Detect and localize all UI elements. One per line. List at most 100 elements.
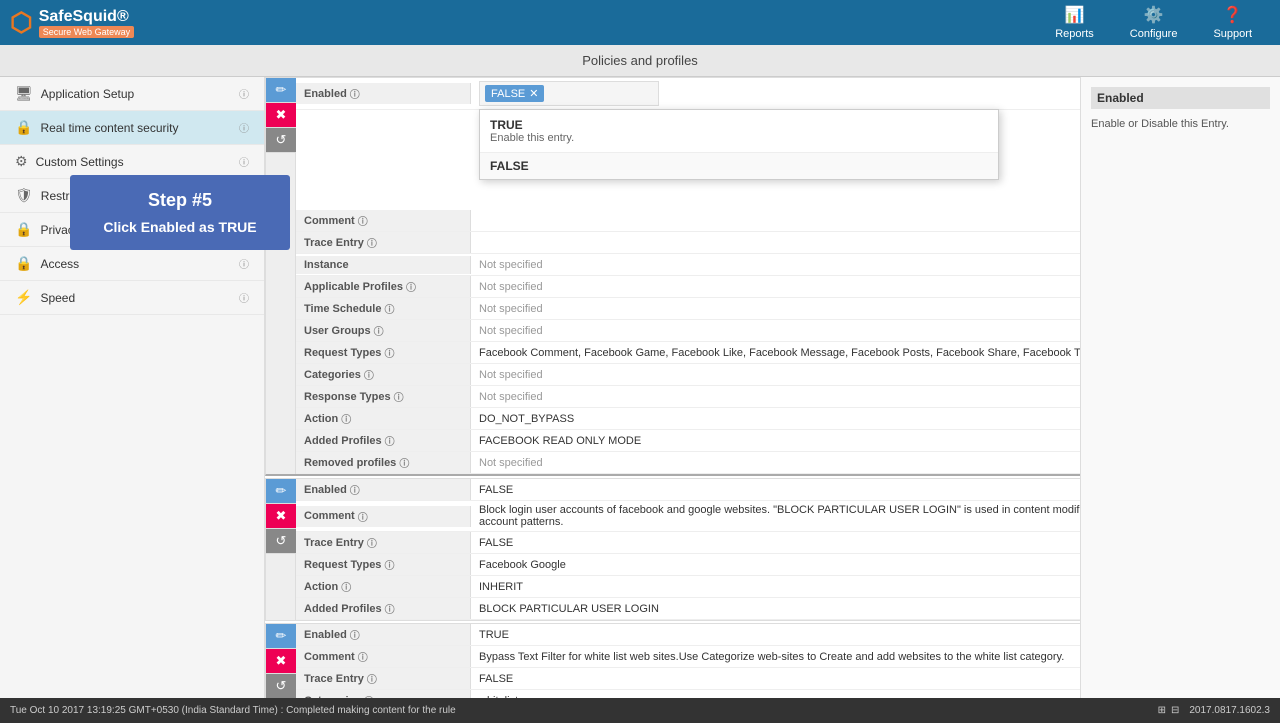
dropdown-false-label: FALSE <box>490 159 988 173</box>
response-help-icon[interactable]: ⓘ <box>394 389 404 404</box>
speed-icon: ⚡ <box>15 289 32 306</box>
sidebar-item-custom-settings[interactable]: ⚙ Custom Settings ⓘ <box>0 145 264 179</box>
comment-help-icon[interactable]: ⓘ <box>358 213 368 228</box>
false-tag: FALSE ✕ <box>485 85 544 102</box>
header-nav: 📊 Reports ⚙️ Configure ❓ Support <box>1037 0 1270 45</box>
action-help-icon[interactable]: ⓘ <box>341 411 351 426</box>
sidebar-item-access[interactable]: 🔒 Access ⓘ <box>0 247 264 281</box>
added-help-icon[interactable]: ⓘ <box>385 433 395 448</box>
status-message: Tue Oct 10 2017 13:19:25 GMT+0530 (India… <box>10 705 456 716</box>
entry1-categories-label: Categories ⓘ <box>296 364 471 385</box>
e2-request-help[interactable]: ⓘ <box>384 557 394 572</box>
sidebar-item-realtime[interactable]: 🔒 Real time content security ⓘ <box>0 111 264 145</box>
dropdown-true-desc: Enable this entry. <box>490 132 988 144</box>
e3-categories-help[interactable]: ⓘ <box>364 693 374 698</box>
entry2-comment-label: Comment ⓘ <box>296 506 471 527</box>
nav-reports-label: Reports <box>1055 28 1094 40</box>
sidebar-item-speed[interactable]: ⚡ Speed ⓘ <box>0 281 264 315</box>
entry1-time-label: Time Schedule ⓘ <box>296 298 471 319</box>
request-chip-6: Facebook Share, <box>936 347 1020 359</box>
content-area: ✏ ✖ ↺ Enabled ⓘ <box>265 77 1280 698</box>
header: ⬡ SafeSquid® Secure Web Gateway 📊 Report… <box>0 0 1280 45</box>
status-version: 2017.0817.1602.3 <box>1189 705 1270 716</box>
enabled-help-icon[interactable]: ⓘ <box>350 86 360 101</box>
entry1-instance-label: Instance <box>296 256 471 274</box>
nav-configure[interactable]: ⚙️ Configure <box>1112 0 1196 45</box>
categories-help-icon[interactable]: ⓘ <box>364 367 374 382</box>
e2-action-help[interactable]: ⓘ <box>341 579 351 594</box>
restriction-icon: 🛡 <box>15 187 33 204</box>
step-callout-text: Click Enabled as TRUE <box>85 219 265 235</box>
nav-support-label: Support <box>1213 28 1252 40</box>
entry3-trace-label: Trace Entry ⓘ <box>296 668 471 689</box>
status-icon-2[interactable]: ⊟ <box>1171 705 1179 716</box>
entry1-edit-btn[interactable]: ✏ <box>266 78 296 103</box>
e2-comment-help[interactable]: ⓘ <box>358 509 368 524</box>
applicable-help-icon[interactable]: ⓘ <box>406 279 416 294</box>
entry2-delete-btn[interactable]: ✖ <box>266 504 296 529</box>
logo: ⬡ SafeSquid® Secure Web Gateway <box>10 7 134 38</box>
entry3-categories-label: Categories ⓘ <box>296 690 471 698</box>
main-layout: 🖥 Application Setup ⓘ 🔒 Real time conten… <box>0 77 1280 698</box>
false-tag-close[interactable]: ✕ <box>529 87 538 100</box>
request-help-icon[interactable]: ⓘ <box>384 345 394 360</box>
entry1-removed-label: Removed profiles ⓘ <box>296 452 471 473</box>
entry3-delete-btn[interactable]: ✖ <box>266 649 296 674</box>
e2-enabled-help[interactable]: ⓘ <box>350 482 360 497</box>
entry2-edit-btn[interactable]: ✏ <box>266 479 296 504</box>
reports-icon: 📊 <box>1065 5 1085 25</box>
entry3-enabled-label: Enabled ⓘ <box>296 624 471 645</box>
custom-settings-help-icon[interactable]: ⓘ <box>239 154 249 169</box>
logo-shield-icon: ⬡ <box>10 7 33 38</box>
entry1-comment-label: Comment ⓘ <box>296 210 471 231</box>
entry2-request-label: Request Types ⓘ <box>296 554 471 575</box>
status-icon-1[interactable]: ⊞ <box>1158 705 1166 716</box>
dropdown-true-option[interactable]: TRUE Enable this entry. <box>480 110 998 153</box>
step-callout: Step #5 Click Enabled as TRUE <box>70 175 265 250</box>
status-bar-right: ⊞ ⊟ 2017.0817.1602.3 <box>1158 705 1270 716</box>
dropdown-list: TRUE Enable this entry. FALSE <box>479 109 999 180</box>
false-tag-text: FALSE <box>491 88 525 100</box>
entry1-enabled-label: Enabled ⓘ <box>296 83 471 104</box>
entry2-enabled-label: Enabled ⓘ <box>296 479 471 500</box>
entry2-reset-btn[interactable]: ↺ <box>266 529 296 554</box>
entry1-reset-btn[interactable]: ↺ <box>266 128 296 153</box>
sidebar-speed-label: Speed <box>40 291 231 305</box>
entry1-delete-btn[interactable]: ✖ <box>266 103 296 128</box>
entry3-edit-btn[interactable]: ✏ <box>266 624 296 649</box>
e3-comment-help[interactable]: ⓘ <box>358 649 368 664</box>
e2-trace-help[interactable]: ⓘ <box>367 535 377 550</box>
privacy-icon: 🔒 <box>15 221 32 238</box>
right-panel: Enabled Enable or Disable this Entry. <box>1080 77 1280 698</box>
app-setup-help-icon[interactable]: ⓘ <box>239 86 249 101</box>
nav-reports[interactable]: 📊 Reports <box>1037 0 1112 45</box>
entry1-added-label: Added Profiles ⓘ <box>296 430 471 451</box>
sidebar-item-app-setup[interactable]: 🖥 Application Setup ⓘ <box>0 77 264 111</box>
e3-enabled-help[interactable]: ⓘ <box>350 627 360 642</box>
entry3-reset-btn[interactable]: ↺ <box>266 674 296 698</box>
access-icon: 🔒 <box>15 255 32 272</box>
request-chip-4: Facebook Message, <box>749 347 848 359</box>
sub-header: Policies and profiles <box>0 45 1280 77</box>
entry1-groups-label: User Groups ⓘ <box>296 320 471 341</box>
step-callout-title: Step #5 <box>85 190 265 211</box>
sidebar-realtime-label: Real time content security <box>40 121 231 135</box>
dropdown-true-label: TRUE <box>490 118 988 132</box>
groups-help-icon[interactable]: ⓘ <box>374 323 384 338</box>
sidebar-access-label: Access <box>40 257 231 271</box>
nav-support[interactable]: ❓ Support <box>1195 0 1270 45</box>
access-help-icon[interactable]: ⓘ <box>239 256 249 271</box>
time-help-icon[interactable]: ⓘ <box>384 301 394 316</box>
nav-configure-label: Configure <box>1130 28 1178 40</box>
request-chip-3: Facebook Like, <box>671 347 746 359</box>
status-icons: ⊞ ⊟ <box>1158 705 1180 716</box>
e2-added-help[interactable]: ⓘ <box>385 601 395 616</box>
dropdown-false-row: FALSE <box>480 153 998 179</box>
speed-help-icon[interactable]: ⓘ <box>239 290 249 305</box>
entry2-trace-label: Trace Entry ⓘ <box>296 532 471 553</box>
trace-help-icon[interactable]: ⓘ <box>367 235 377 250</box>
realtime-help-icon[interactable]: ⓘ <box>239 120 249 135</box>
right-panel-title: Enabled <box>1091 87 1270 109</box>
removed-help-icon[interactable]: ⓘ <box>399 455 409 470</box>
e3-trace-help[interactable]: ⓘ <box>367 671 377 686</box>
